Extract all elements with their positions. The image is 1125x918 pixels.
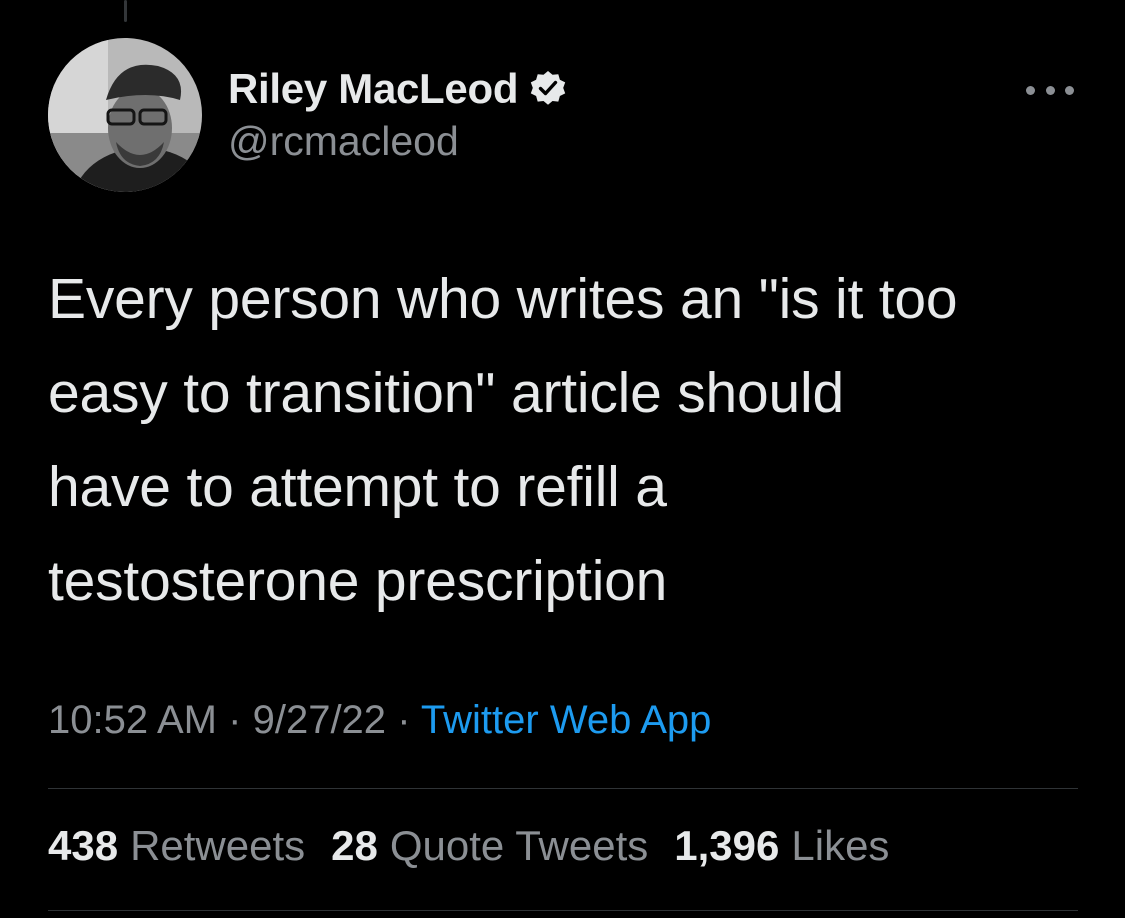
more-dot <box>1065 85 1074 95</box>
meta-separator: · <box>228 698 242 742</box>
tweet-text: Every person who writes an "is it too ea… <box>48 267 958 613</box>
thread-connector-line <box>124 0 127 22</box>
avatar[interactable] <box>48 38 202 192</box>
divider <box>48 788 1078 789</box>
display-name[interactable]: Riley MacLeod <box>228 65 518 113</box>
more-dot <box>1045 85 1055 95</box>
tweet-header: Riley MacLeod @rcmacleod <box>48 38 1078 192</box>
likes-label: Likes <box>791 822 890 869</box>
meta-separator: · <box>397 698 411 742</box>
tweet-date[interactable]: 9/27/22 <box>253 698 386 742</box>
likes-count: 1,396 <box>674 822 780 869</box>
tweet-time[interactable]: 10:52 AM <box>48 698 217 742</box>
tweet-meta: 10:52 AM · 9/27/22 · Twitter Web App <box>48 698 711 743</box>
tweet-source-link[interactable]: Twitter Web App <box>421 698 712 742</box>
quote-tweets-label: Quote Tweets <box>389 822 649 869</box>
verified-badge-icon <box>528 69 568 109</box>
avatar-photo <box>48 38 202 192</box>
retweets-count: 438 <box>48 822 119 869</box>
display-name-row: Riley MacLeod <box>228 64 568 114</box>
likes-stat[interactable]: 1,396 Likes <box>674 822 889 870</box>
retweets-stat[interactable]: 438 Retweets <box>48 822 305 870</box>
more-dot <box>1026 85 1035 95</box>
quote-tweets-count: 28 <box>331 822 378 869</box>
tweet-stats: 438 Retweets 28 Quote Tweets 1,396 Likes <box>48 822 889 870</box>
retweets-label: Retweets <box>130 822 306 869</box>
handle[interactable]: @rcmacleod <box>228 118 568 165</box>
divider <box>48 910 1078 911</box>
quote-tweets-stat[interactable]: 28 Quote Tweets <box>331 822 648 870</box>
more-options-icon[interactable] <box>1026 80 1074 100</box>
author-block: Riley MacLeod @rcmacleod <box>228 64 568 165</box>
